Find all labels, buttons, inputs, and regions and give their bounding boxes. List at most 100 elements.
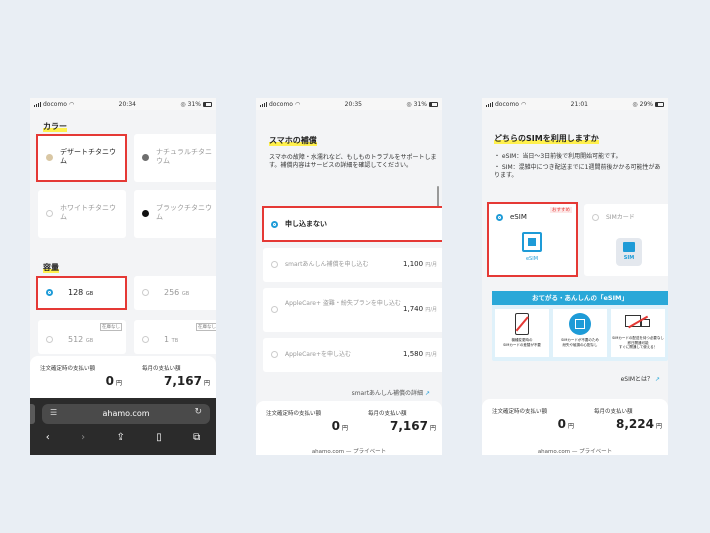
time: 21:01 xyxy=(570,100,588,108)
order-price-label: 注文確定時の支払い額 xyxy=(40,366,96,372)
color-swatch xyxy=(46,210,53,217)
selection-highlight xyxy=(487,202,578,277)
section-title-capacity: 容量 xyxy=(43,263,59,273)
sim-bullet-1: ・ eSIM：当日〜3日前後で利用開始可能です。 xyxy=(494,153,622,160)
monthly-price-value: 7,167 円 xyxy=(390,419,436,433)
order-price-label: 注文確定時の支払い額 xyxy=(266,411,322,417)
insurance-option-applecare[interactable]: AppleCare+を申し込む 1,580 円/月 xyxy=(263,338,442,372)
radio-icon xyxy=(271,306,278,313)
forward-icon[interactable]: › xyxy=(81,432,85,443)
insurance-option-applecare-theft[interactable]: AppleCare+ 盗難・紛失プランを申し込む 1,740 円/月 xyxy=(263,288,442,332)
browser-nav: ‹ › ⇪ ▯ ⧉ xyxy=(30,432,216,443)
option-label: AppleCare+ 盗難・紛失プランを申し込む xyxy=(285,300,401,307)
capacity-option-1tb[interactable]: 1 TB 在庫なし xyxy=(134,320,216,354)
sim-card-icon: SIM xyxy=(616,238,642,266)
monthly-price-label: 毎月の支払い額 xyxy=(142,366,181,372)
radio-icon xyxy=(142,336,149,343)
battery-percent: 29% xyxy=(639,100,653,108)
external-link-icon: ↗ xyxy=(654,376,660,383)
battery-percent: 31% xyxy=(413,100,427,108)
benefit-card: SIMカードが不要のため 紛失や破損の心配なし xyxy=(553,309,607,357)
color-label: ブラックチタニウム xyxy=(156,204,212,221)
capacity-option-256[interactable]: 256 GB xyxy=(134,276,216,310)
color-label: ナチュラルチタニウム xyxy=(156,148,212,165)
option-price: 1,580 円/月 xyxy=(403,350,437,358)
benefit-caption: SIMカードが不要のため 紛失や破損の心配なし xyxy=(561,338,599,347)
insurance-description: スマホの故障・水濡れなど、もしものトラブルをサポートします。補償内容はサービスの… xyxy=(269,154,437,169)
battery-percent: 31% xyxy=(187,100,201,108)
color-swatch xyxy=(142,210,149,217)
phone-screen-insurance: docomo ◠ 20:35 ◎ 31% スマホの補償 スマホの故障・水濡れなど、も… xyxy=(256,98,442,455)
color-option-natural[interactable]: ナチュラルチタニウム xyxy=(134,134,216,182)
monthly-price-value: 8,224 円 xyxy=(616,417,662,431)
capacity-label: 512 GB xyxy=(68,335,94,344)
time: 20:35 xyxy=(344,100,362,108)
radio-icon xyxy=(142,289,149,296)
color-option-white[interactable]: ホワイトチタニウム xyxy=(38,190,126,238)
order-price-value: 0円 xyxy=(331,419,348,433)
tab-edge xyxy=(30,404,35,424)
back-icon[interactable]: ‹ xyxy=(46,432,50,443)
insurance-option-smart[interactable]: smartあんしん補償を申し込む 1,100 円/月 xyxy=(263,248,442,282)
what-is-esim-link[interactable]: eSIMとは？ ↗ xyxy=(621,374,660,383)
wifi-icon: ◠ xyxy=(520,100,527,108)
order-price-label: 注文確定時の支払い額 xyxy=(492,409,548,415)
carrier: docomo xyxy=(269,100,293,108)
order-price-value: 0円 xyxy=(557,417,574,431)
lock-rotation-icon: ◎ xyxy=(632,100,638,108)
benefit-card: 機種変更時の SIMカードの差替が不要 xyxy=(495,309,549,357)
color-label: ホワイトチタニウム xyxy=(60,204,116,221)
section-title-sim: どちらのSIMを利用しますか xyxy=(494,134,599,144)
sim-icon-label: SIM xyxy=(623,255,635,261)
out-of-stock-badge: 在庫なし xyxy=(196,323,216,331)
price-summary: 注文確定時の支払い額 0円 毎月の支払い額 7,167 円 xyxy=(30,356,216,398)
browser-footer-url: ahamo.com — プライベート xyxy=(482,447,668,455)
phone-no-sim-icon xyxy=(515,313,529,335)
phone-screen-sim-select: docomo ◠ 21:01 ◎ 29% どちらのSIMを利用しますか ・ eSIM… xyxy=(482,98,668,455)
browser-toolbar: ☰ ahamo.com ↻ ‹ › ⇪ ▯ ⧉ xyxy=(30,398,216,455)
share-icon[interactable]: ⇪ xyxy=(116,432,124,443)
selection-highlight xyxy=(36,134,127,182)
browser-footer-url: ahamo.com — プライベート xyxy=(256,447,442,455)
delivery-truck-icon xyxy=(625,315,651,331)
order-price-value: 0円 xyxy=(105,374,122,388)
bookmarks-icon[interactable]: ▯ xyxy=(156,432,162,443)
monthly-price-value: 7,167 円 xyxy=(164,374,210,388)
sim-bullet-2: ・ SIM：混雑中につき配送までに1週間前後かかる可能性があります。 xyxy=(494,164,661,179)
option-label: AppleCare+を申し込む xyxy=(285,351,352,358)
option-label: smartあんしん補償を申し込む xyxy=(285,261,369,268)
status-bar: docomo ◠ 20:35 ◎ 31% xyxy=(256,98,442,110)
option-price: 1,740 円/月 xyxy=(403,305,437,313)
radio-icon xyxy=(271,261,278,268)
chip-hands-icon xyxy=(569,313,591,335)
lock-rotation-icon: ◎ xyxy=(406,100,412,108)
selection-highlight xyxy=(36,276,127,310)
capacity-option-512[interactable]: 512 GB 在庫なし xyxy=(38,320,126,354)
color-option-black[interactable]: ブラックチタニウム xyxy=(134,190,216,238)
phone-screen-color-capacity: docomo ◠ 20:34 ◎ 31% カラー デザートチタニウム ナチュラルチタ… xyxy=(30,98,216,455)
status-bar: docomo ◠ 20:34 ◎ 31% xyxy=(30,98,216,110)
out-of-stock-badge: 在庫なし xyxy=(100,323,122,331)
sim-option-card[interactable]: SIMカード SIM xyxy=(584,204,668,276)
option-price: 1,100 円/月 xyxy=(403,260,437,268)
benefit-caption: 機種変更時の SIMカードの差替が不要 xyxy=(503,338,541,347)
monthly-price-label: 毎月の支払い額 xyxy=(368,411,407,417)
signal-icon xyxy=(34,101,41,107)
insurance-details-link[interactable]: smartあんしん補償の詳細 ↗ xyxy=(352,388,430,397)
time: 20:34 xyxy=(118,100,136,108)
carrier: docomo xyxy=(43,100,67,108)
lock-rotation-icon: ◎ xyxy=(180,100,186,108)
color-swatch xyxy=(142,154,149,161)
address-bar[interactable]: ☰ ahamo.com ↻ xyxy=(42,404,210,424)
esim-benefits-banner: おてがる・あんしんの「eSIM」 機種変更時の SIMカードの差替が不要 SIM… xyxy=(492,291,668,361)
battery-icon xyxy=(654,101,664,107)
radio-icon xyxy=(46,336,53,343)
tabs-icon[interactable]: ⧉ xyxy=(193,432,200,443)
radio-icon xyxy=(592,214,599,221)
url-text: ahamo.com xyxy=(102,409,150,418)
benefit-caption: SIMカードの配送を待つ必要なし 即日開通可能 すぐに開通して使える！ xyxy=(612,336,664,349)
radio-icon xyxy=(271,351,278,358)
monthly-price-label: 毎月の支払い額 xyxy=(594,409,633,415)
reload-icon[interactable]: ↻ xyxy=(194,407,202,417)
section-title-insurance: スマホの補償 xyxy=(269,136,317,146)
